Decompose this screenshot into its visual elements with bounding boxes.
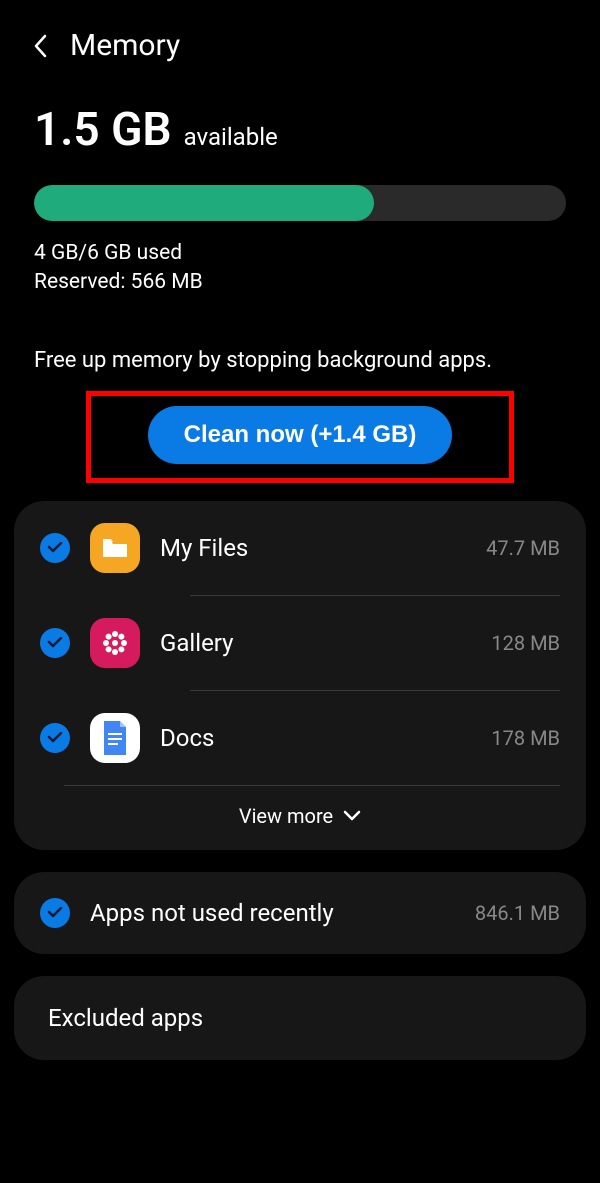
apps-card: My Files 47.7 MB Gallery 128 MB [14,501,586,850]
memory-stats: 4 GB/6 GB used Reserved: 566 MB [34,239,566,298]
recent-apps-title: Apps not used recently [90,899,455,927]
checkbox-checked-icon[interactable] [40,628,70,658]
memory-reserved-text: Reserved: 566 MB [34,268,566,297]
checkbox-checked-icon[interactable] [40,723,70,753]
back-icon[interactable] [30,31,50,61]
app-name: Docs [160,724,471,752]
excluded-apps-title: Excluded apps [48,1004,203,1032]
memory-value: 1.5 GB [34,103,172,157]
clean-button-highlight: Clean now (+1.4 GB) [86,391,514,483]
view-more-label: View more [239,804,333,828]
excluded-apps-card[interactable]: Excluded apps [14,976,586,1060]
checkbox-checked-icon[interactable] [40,533,70,563]
app-row-docs[interactable]: Docs 178 MB [14,691,586,785]
gallery-app-icon [90,618,140,668]
app-row-myfiles[interactable]: My Files 47.7 MB [14,501,586,595]
docs-app-icon [90,713,140,763]
app-row-gallery[interactable]: Gallery 128 MB [14,596,586,690]
memory-summary: 1.5 GB available 4 GB/6 GB used Reserved… [0,83,600,308]
app-name: Gallery [160,629,471,657]
view-more-button[interactable]: View more [14,786,586,850]
app-size: 128 MB [491,631,560,655]
myfiles-app-icon [90,523,140,573]
memory-available-label: available [184,123,278,151]
checkbox-checked-icon[interactable] [40,898,70,928]
memory-progress-bar [34,185,566,221]
app-size: 47.7 MB [486,536,560,560]
app-name: My Files [160,534,466,562]
memory-available: 1.5 GB available [34,103,566,157]
memory-progress-fill [34,185,374,221]
instruction-text: Free up memory by stopping background ap… [0,308,600,391]
chevron-down-icon [343,810,361,821]
app-size: 178 MB [491,726,560,750]
page-title: Memory [70,28,180,63]
recent-apps-size: 846.1 MB [475,901,560,925]
apps-not-used-recently-card[interactable]: Apps not used recently 846.1 MB [14,872,586,954]
header: Memory [0,0,600,83]
memory-used-text: 4 GB/6 GB used [34,239,566,268]
clean-now-button[interactable]: Clean now (+1.4 GB) [148,406,453,464]
